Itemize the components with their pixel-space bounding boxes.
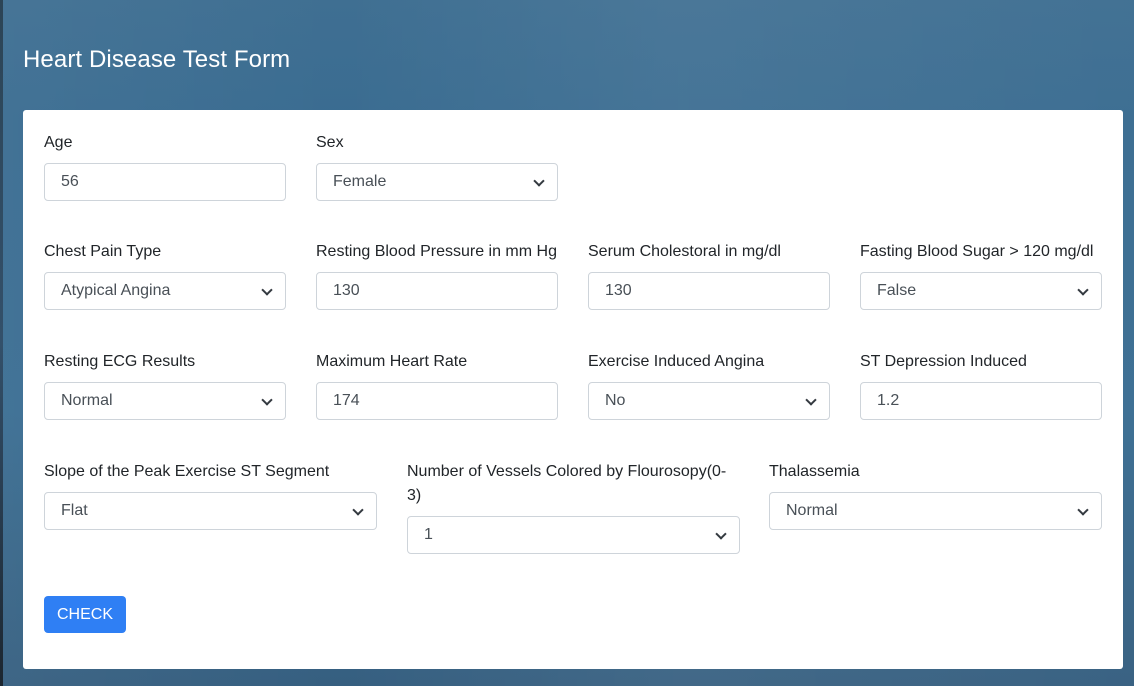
slope-select[interactable]: Flat (44, 492, 377, 530)
sex-selected-value: Female (333, 173, 387, 190)
slope-field-group: Slope of the Peak Exercise ST Segment (44, 460, 377, 484)
age-field-group: Age (44, 131, 286, 155)
form-card: Age 56 Sex Female Chest Pain Type Atypic… (23, 110, 1123, 669)
resting-ecg-select[interactable]: Normal (44, 382, 286, 420)
exercise-angina-selected-value: No (605, 392, 626, 409)
thalassemia-field-group: Thalassemia (769, 460, 1102, 484)
check-button[interactable]: CHECK (44, 596, 126, 633)
max-hr-input[interactable]: 174 (316, 382, 558, 420)
resting-ecg-label: Resting ECG Results (44, 353, 196, 370)
resting-bp-field-group: Resting Blood Pressure in mm Hg (316, 240, 568, 264)
sex-label: Sex (316, 134, 344, 151)
st-depression-field-group: ST Depression Induced (860, 350, 1102, 374)
chest-pain-selected-value: Atypical Angina (61, 282, 171, 299)
chest-pain-select[interactable]: Atypical Angina (44, 272, 286, 310)
exercise-angina-select[interactable]: No (588, 382, 830, 420)
fasting-sugar-field-group: Fasting Blood Sugar > 120 mg/dl (860, 240, 1112, 264)
vessels-label-line2: 3) (407, 487, 422, 504)
vessels-selected-value: 1 (424, 526, 433, 543)
st-depression-input[interactable]: 1.2 (860, 382, 1102, 420)
thalassemia-label: Thalassemia (769, 463, 860, 480)
resting-bp-input[interactable]: 130 (316, 272, 558, 310)
fasting-sugar-select[interactable]: False (860, 272, 1102, 310)
cholesterol-input[interactable]: 130 (588, 272, 830, 310)
thalassemia-select[interactable]: Normal (769, 492, 1102, 530)
sex-field-group: Sex (316, 131, 558, 155)
sex-select[interactable]: Female (316, 163, 558, 201)
max-hr-label: Maximum Heart Rate (316, 353, 468, 370)
chest-pain-field-group: Chest Pain Type (44, 240, 286, 264)
resting-bp-label: Resting Blood Pressure in mm Hg (316, 243, 557, 260)
slope-label: Slope of the Peak Exercise ST Segment (44, 463, 330, 480)
vessels-label-line1: Number of Vessels Colored by Flourosopy(… (407, 463, 727, 480)
fasting-sugar-label: Fasting Blood Sugar > 120 mg/dl (860, 243, 1094, 260)
cholesterol-label: Serum Cholestoral in mg/dl (588, 243, 781, 260)
max-hr-field-group: Maximum Heart Rate (316, 350, 558, 374)
age-label: Age (44, 134, 73, 151)
vessels-select[interactable]: 1 (407, 516, 740, 554)
fasting-sugar-selected-value: False (877, 282, 917, 299)
resting-ecg-selected-value: Normal (61, 392, 113, 409)
st-depression-label: ST Depression Induced (860, 353, 1027, 370)
cholesterol-field-group: Serum Cholestoral in mg/dl (588, 240, 830, 264)
chest-pain-label: Chest Pain Type (44, 243, 162, 260)
slope-selected-value: Flat (61, 502, 88, 519)
thalassemia-selected-value: Normal (786, 502, 838, 519)
page-title: Heart Disease Test Form (23, 46, 291, 73)
age-input[interactable]: 56 (44, 163, 286, 201)
resting-ecg-field-group: Resting ECG Results (44, 350, 286, 374)
exercise-angina-label: Exercise Induced Angina (588, 353, 765, 370)
vessels-field-group: Number of Vessels Colored by Flourosopy(… (407, 460, 740, 508)
exercise-angina-field-group: Exercise Induced Angina (588, 350, 830, 374)
